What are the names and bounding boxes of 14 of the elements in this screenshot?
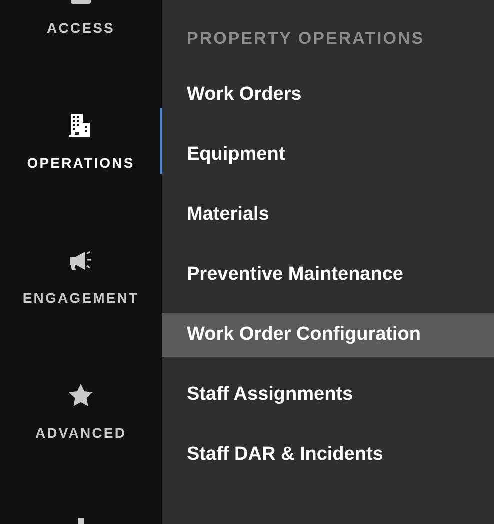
menu-item[interactable]: Materials [162, 193, 494, 237]
star-icon [68, 383, 94, 409]
menu-item[interactable]: Equipment [162, 133, 494, 177]
section-heading: PROPERTY OPERATIONS [186, 28, 426, 50]
selection-indicator [160, 108, 162, 174]
menu-item[interactable]: Preventive Maintenance [162, 253, 494, 297]
menu-item[interactable]: Staff Assignments [162, 373, 494, 417]
sidebar-item[interactable]: ACCESS [0, 0, 162, 74]
sidebar-item[interactable]: OPERATIONS [0, 74, 162, 209]
sidebar-item[interactable]: ADVANCED [0, 344, 162, 479]
menu-item[interactable]: Staff DAR & Incidents [162, 433, 494, 477]
menu-item[interactable]: Work Orders [162, 73, 494, 117]
menu-item[interactable]: Work Order Configuration [162, 313, 494, 357]
sidebar-item[interactable]: ENGAGEMENT [0, 209, 162, 344]
